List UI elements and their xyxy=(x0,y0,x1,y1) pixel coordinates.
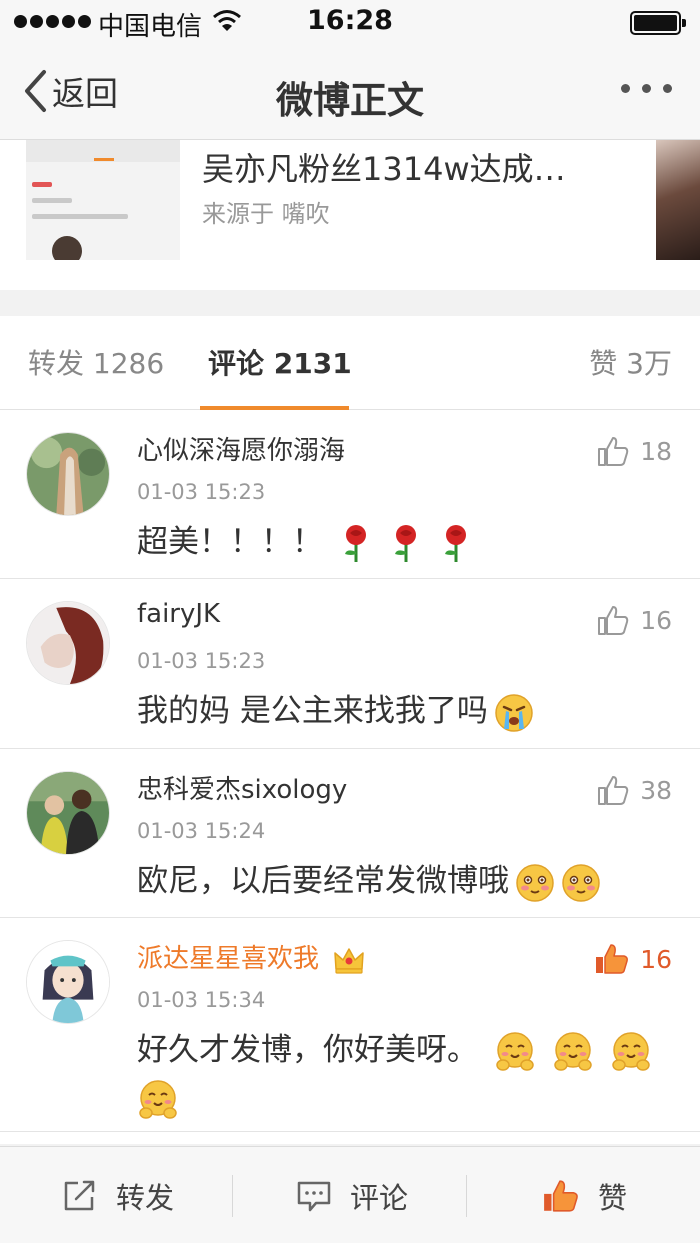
crown-icon xyxy=(334,947,365,974)
comment-like-button[interactable]: 38 xyxy=(596,773,672,807)
comment-text: 超美！！！！ xyxy=(137,518,657,566)
like-count: 38 xyxy=(640,775,672,805)
comment-body: 我的妈 是公主来找我了吗 xyxy=(137,693,488,729)
more-dot-icon xyxy=(663,84,672,93)
comment-button[interactable]: 评论 xyxy=(296,1147,408,1243)
hug-emoji-icon xyxy=(496,1031,534,1071)
comment-time: 01-03 15:23 xyxy=(137,649,266,673)
shared-photo xyxy=(656,140,700,260)
shared-source: 来源于 嘴吹 xyxy=(202,200,330,228)
tab-like[interactable]: 赞 3万 xyxy=(589,342,672,382)
chevron-left-icon xyxy=(25,70,46,112)
tabs-bar: 转发 1286 评论 2131 赞 3万 xyxy=(0,316,700,410)
rose-emoji-icon xyxy=(394,524,416,562)
thumbs-up-icon xyxy=(598,776,629,805)
avatar[interactable] xyxy=(26,940,110,1024)
status-bar: 中国电信 16:28 xyxy=(0,0,700,44)
avatar[interactable] xyxy=(26,432,110,516)
comment-text: 欧尼，以后要经常发微博哦 xyxy=(137,857,657,905)
comment-item[interactable]: 心似深海愿你溺海 01-03 15:23 超美！！！！ 18 xyxy=(0,410,700,579)
comment-body: 欧尼，以后要经常发微博哦 xyxy=(137,863,509,899)
rose-emoji-icon xyxy=(344,524,366,562)
comment-username[interactable]: fairyJK xyxy=(137,599,220,629)
like-count: 18 xyxy=(640,436,672,466)
battery-icon xyxy=(630,11,686,35)
hug-emoji-icon xyxy=(139,1079,177,1119)
back-button[interactable]: 返回 xyxy=(22,66,118,116)
comment-username[interactable]: 忠科爱杰sixology xyxy=(137,769,347,806)
more-dot-icon xyxy=(642,84,651,93)
clock: 16:28 xyxy=(307,5,393,36)
comment-item[interactable]: 派达星星喜欢我 01-03 15:34 好久才发博，你好美呀。 16 xyxy=(0,918,700,1132)
more-options-button[interactable] xyxy=(621,84,672,93)
comment-body: 好久才发博，你好美呀。 xyxy=(137,1032,478,1068)
shared-title: 吴亦凡粉丝1314w达成… xyxy=(202,150,566,188)
thumbs-up-filled-icon xyxy=(596,944,629,974)
repost-label: 转发 xyxy=(116,1180,175,1215)
like-label: 赞 xyxy=(598,1180,628,1215)
comment-time: 01-03 15:34 xyxy=(137,988,266,1012)
more-dot-icon xyxy=(621,84,630,93)
comment-list: 心似深海愿你溺海 01-03 15:23 超美！！！！ 18 fairyJK 0… xyxy=(0,410,700,1144)
avatar[interactable] xyxy=(26,601,110,685)
share-icon xyxy=(64,1180,95,1210)
crying-emoji-icon xyxy=(495,693,533,732)
blush-emoji-icon xyxy=(516,863,554,902)
back-label: 返回 xyxy=(52,74,118,113)
hug-emoji-icon xyxy=(553,1031,592,1071)
like-button[interactable]: 赞 xyxy=(542,1147,627,1243)
comment-time: 01-03 15:23 xyxy=(137,480,266,504)
username-text: 派达星星喜欢我 xyxy=(137,944,320,974)
avatar[interactable] xyxy=(26,771,110,855)
like-count: 16 xyxy=(640,944,672,974)
comment-text: 好久才发博，你好美呀。 xyxy=(137,1026,657,1122)
comment-text: 我的妈 是公主来找我了吗 xyxy=(137,687,657,735)
comment-bubble-icon xyxy=(297,1181,331,1211)
shared-thumbnail xyxy=(26,140,180,260)
blush-emoji-icon xyxy=(562,863,600,902)
comment-label: 评论 xyxy=(350,1180,409,1215)
toolbar-divider xyxy=(466,1175,467,1217)
comment-body: 超美！！！！ xyxy=(137,524,323,560)
tab-comment[interactable]: 评论 2131 xyxy=(208,342,352,382)
comment-time: 01-03 15:24 xyxy=(137,819,266,843)
thumbs-up-icon xyxy=(598,437,629,466)
comment-like-button[interactable]: 16 xyxy=(596,603,672,637)
comment-item[interactable]: 忠科爱杰sixology 01-03 15:24 欧尼，以后要经常发微博哦 38 xyxy=(0,749,700,918)
comment-like-button[interactable]: 16 xyxy=(594,942,672,976)
bottom-toolbar: 转发 评论 赞 xyxy=(0,1146,700,1243)
tab-repost[interactable]: 转发 1286 xyxy=(28,342,164,382)
hug-emoji-icon xyxy=(611,1031,650,1071)
shared-weibo-card[interactable]: 吴亦凡粉丝1314w达成… 来源于 嘴吹 xyxy=(0,140,700,290)
like-count: 16 xyxy=(640,605,672,635)
rose-emoji-icon xyxy=(444,524,466,562)
comment-like-button[interactable]: 18 xyxy=(596,434,672,468)
comment-item[interactable]: fairyJK 01-03 15:23 我的妈 是公主来找我了吗 16 xyxy=(0,579,700,749)
comment-username[interactable]: 派达星星喜欢我 xyxy=(137,938,365,975)
comment-username[interactable]: 心似深海愿你溺海 xyxy=(137,430,345,467)
nav-bar: 返回 微博正文 xyxy=(0,44,700,140)
thumbs-up-filled-icon xyxy=(544,1179,578,1212)
thumbs-up-icon xyxy=(598,606,629,635)
repost-button[interactable]: 转发 xyxy=(62,1147,174,1243)
toolbar-divider xyxy=(232,1175,233,1217)
